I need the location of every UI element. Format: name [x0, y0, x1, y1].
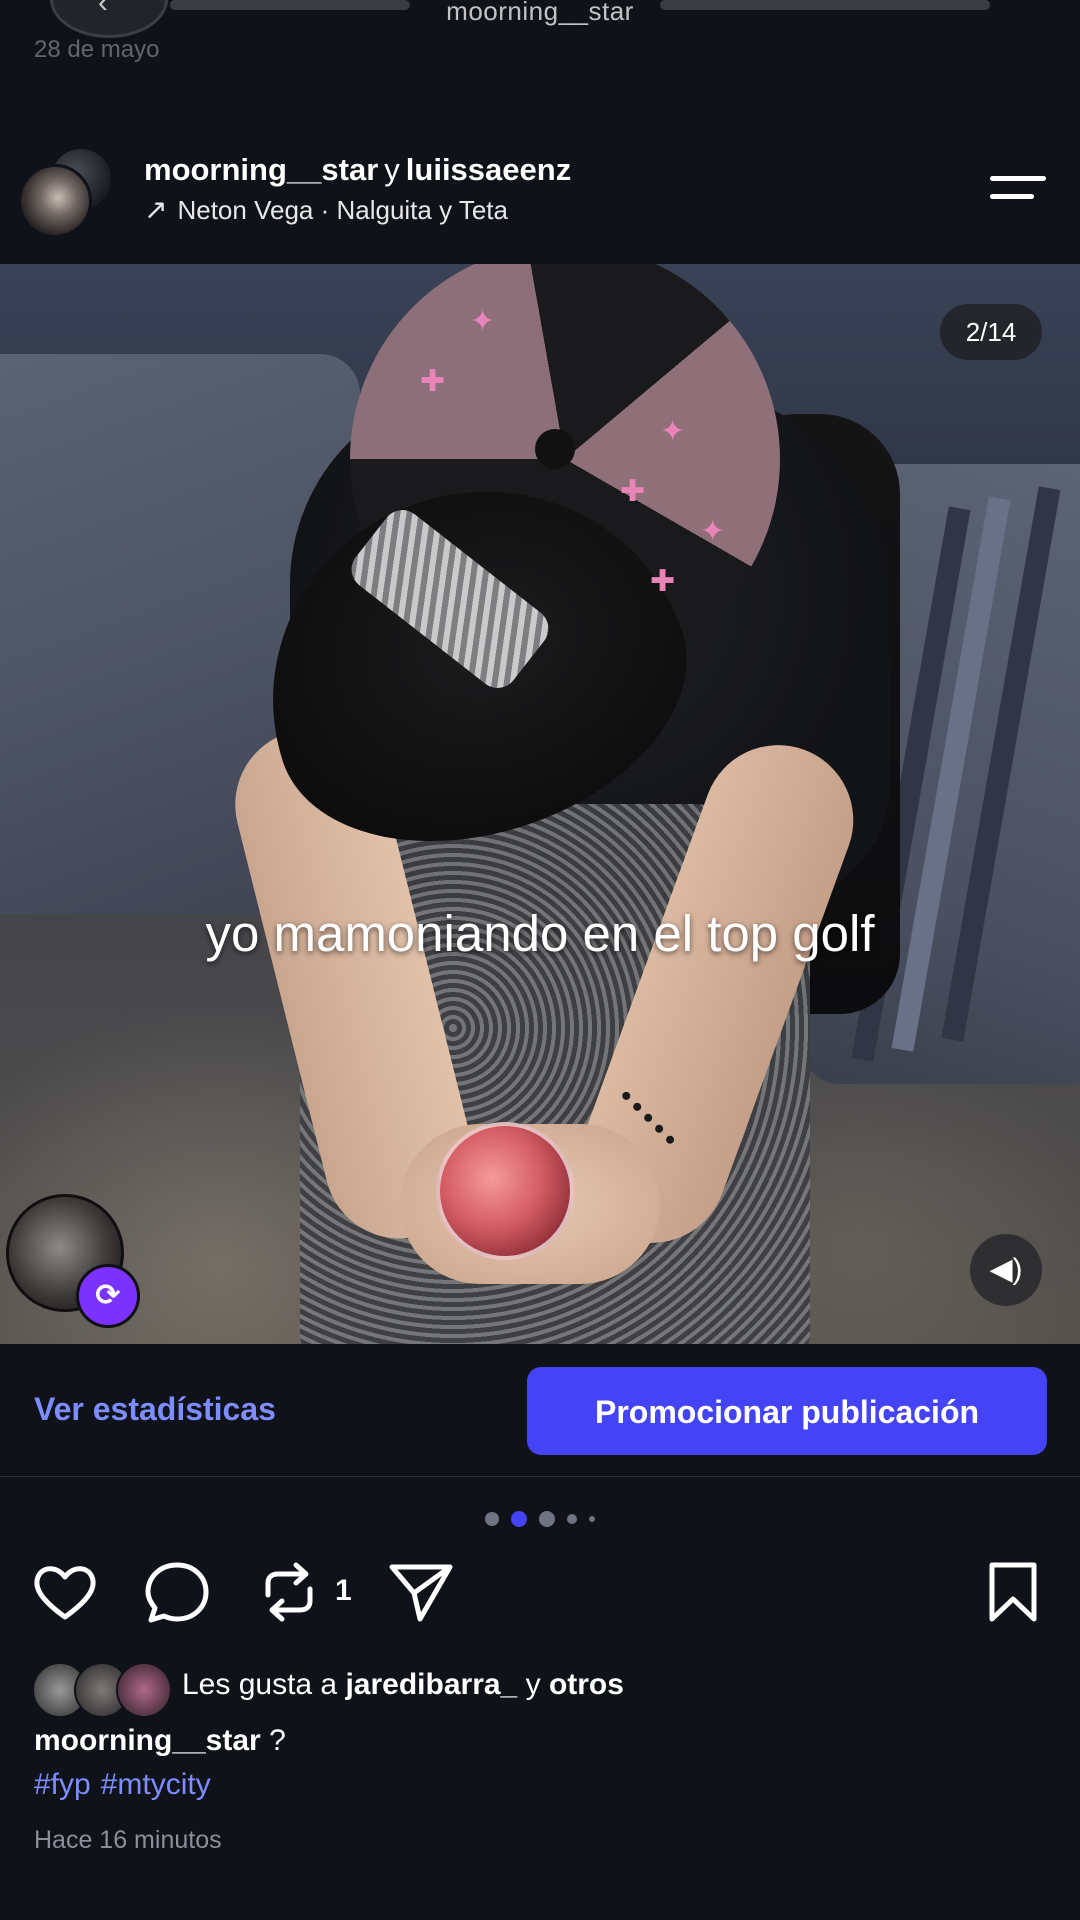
carousel-dot [567, 1513, 577, 1524]
post-media[interactable]: ✦ ✚ ✦ ✚ ✦ ✚ yo mamoniando en el top golf… [0, 264, 1080, 1344]
hashtag[interactable]: #fyp [34, 1768, 91, 1801]
caption-text: ? [269, 1724, 286, 1757]
carousel-dot [511, 1510, 527, 1527]
heart-icon[interactable] [30, 1557, 100, 1627]
repost-icon: ⟳ [76, 1264, 140, 1328]
view-stats-link[interactable]: Ver estadísticas [34, 1391, 276, 1428]
top-bar: ‹ moorning__star 28 de mayo [0, 0, 1080, 70]
bookmark-icon[interactable] [978, 1557, 1048, 1627]
post-time: Hace 16 minutos [34, 1826, 222, 1854]
carousel-dot [539, 1510, 555, 1527]
author-name[interactable]: moorning__star [144, 152, 378, 187]
sound-label: Neton Vega · Nalguita y Teta [177, 195, 508, 225]
menu-icon[interactable] [990, 170, 1046, 210]
avatar [116, 1662, 172, 1718]
top-title: moorning__star [446, 0, 634, 26]
carousel-indicator [0, 1510, 1080, 1528]
comment-icon[interactable] [142, 1557, 212, 1627]
carousel-dot [589, 1515, 595, 1522]
volume-icon[interactable]: ◀) [970, 1234, 1042, 1306]
media-caption: yo mamoniando en el top golf [205, 905, 875, 962]
liker-name[interactable]: jaredibarra_ [345, 1668, 517, 1701]
carousel-counter: 2/14 [940, 304, 1042, 360]
hashtags: #fyp #mtycity [34, 1768, 221, 1802]
caption-author[interactable]: moorning__star [34, 1724, 261, 1757]
author-avatars[interactable] [18, 146, 118, 238]
avatar [18, 164, 92, 238]
post-caption: moorning__star ? [34, 1724, 286, 1758]
arrow-up-right-icon: ↗ [144, 194, 168, 225]
coauthor-name[interactable]: luiissaeenz [406, 152, 571, 187]
likes-summary[interactable]: Les gusta a jaredibarra_ y otros [182, 1668, 624, 1702]
post-authors: moorning__star y luiissaeenz [144, 152, 571, 188]
author-joiner: y [384, 152, 400, 187]
repost-count: 1 [335, 1574, 352, 1607]
divider [0, 1476, 1080, 1477]
likes-prefix: Les gusta a [182, 1668, 338, 1701]
send-icon[interactable] [386, 1557, 456, 1627]
liker-avatars[interactable] [32, 1662, 172, 1718]
post-date: 28 de mayo [34, 36, 160, 63]
carousel-dot [485, 1511, 499, 1526]
likes-others[interactable]: otros [549, 1668, 624, 1701]
hashtag[interactable]: #mtycity [101, 1768, 211, 1801]
likes-joiner: y [525, 1668, 541, 1701]
sound-link[interactable]: ↗ Neton Vega · Nalguita y Teta [144, 193, 508, 226]
repost-icon[interactable] [254, 1557, 324, 1627]
promote-post-button[interactable]: Promocionar publicación [527, 1367, 1047, 1455]
